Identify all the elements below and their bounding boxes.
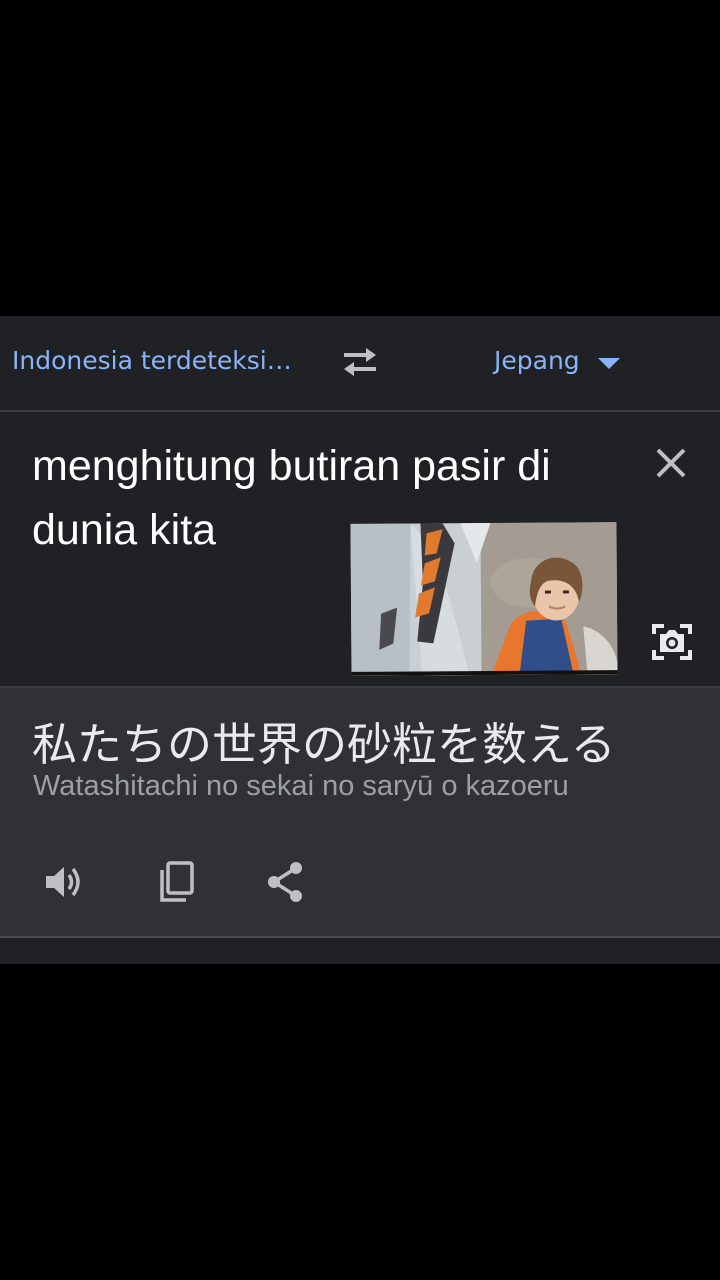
romanization-text: Watashitachi no sekai no saryū o kazoeru	[33, 770, 569, 802]
close-icon[interactable]	[650, 442, 692, 484]
chevron-down-icon[interactable]	[598, 358, 620, 369]
source-language-selector[interactable]: Indonesia terdeteksi…	[12, 346, 292, 375]
translate-panel: Indonesia terdeteksi… Jepang menghitung …	[0, 316, 720, 964]
copy-icon[interactable]	[152, 858, 200, 906]
camera-search-icon[interactable]	[648, 618, 696, 666]
target-language-selector[interactable]: Jepang	[494, 346, 580, 375]
speaker-icon[interactable]	[40, 858, 88, 906]
share-icon[interactable]	[262, 858, 310, 906]
language-bar: Indonesia terdeteksi… Jepang	[0, 316, 720, 412]
translation-output-area: 私たちの世界の砂粒を数える Watashitachi no sekai no s…	[0, 688, 720, 938]
translated-text: 私たちの世界の砂粒を数える	[32, 718, 616, 771]
sticker-photo	[350, 522, 618, 676]
source-input-area[interactable]: menghitung butiran pasir di dunia kita	[0, 412, 720, 688]
swap-icon[interactable]	[338, 344, 382, 380]
